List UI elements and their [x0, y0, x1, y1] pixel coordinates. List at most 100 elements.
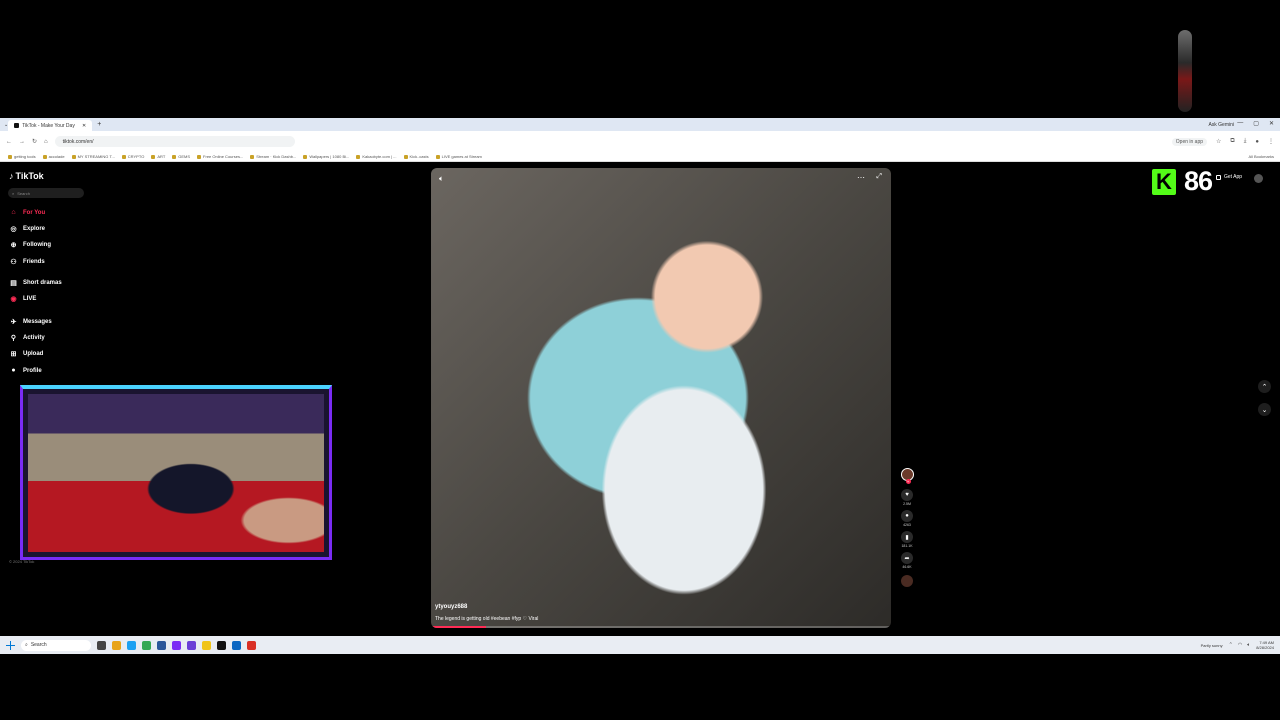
bookmark-item[interactable]: getting tools — [8, 154, 36, 159]
expand-icon[interactable]: ⤢ — [876, 173, 882, 181]
menu-icon[interactable]: ⋮ — [1268, 138, 1274, 145]
windows-start-icon[interactable] — [6, 640, 15, 650]
video-player[interactable]: 🔈︎ ⋯ ⤢ ytyouyz688 The legend is getting … — [431, 168, 891, 628]
logo-text: TikTok — [15, 171, 44, 181]
ask-gemini-button[interactable]: Ask Gemini — [1208, 122, 1234, 128]
weather-widget[interactable]: Partly sunny — [1201, 643, 1223, 648]
share-icon[interactable]: ➦ — [901, 552, 913, 564]
tab-bar: ⌄ TikTok - Make Your Day ✕ + Ask Gemini … — [0, 118, 1280, 131]
home-icon[interactable]: ⌂ — [44, 139, 48, 145]
decorative-prop — [1178, 30, 1192, 112]
comment-icon[interactable]: ● — [901, 510, 913, 522]
compass-icon: ◎ — [10, 225, 17, 233]
tiktok-note-icon: ♪ — [9, 171, 14, 181]
bookmark-item[interactable]: CRYPTO — [121, 154, 144, 159]
profile-icon[interactable]: ● — [1255, 139, 1259, 145]
live-icon: ◉ — [10, 295, 17, 303]
extensions-icon[interactable]: ⧉ — [1230, 138, 1234, 145]
close-tab-icon[interactable]: ✕ — [82, 123, 86, 129]
downloads-icon[interactable]: ⤓ — [1244, 138, 1247, 145]
search-icon: ⌕ — [25, 642, 28, 648]
back-icon[interactable]: ← — [6, 139, 12, 145]
sidebar-item-explore[interactable]: ◎ Explore — [9, 224, 45, 233]
linkedin-icon[interactable] — [232, 640, 241, 650]
maximize-icon[interactable]: ▢ — [1253, 120, 1259, 127]
sidebar-item-short-dramas[interactable]: ▤ Short dramas — [9, 278, 62, 287]
folder-icon[interactable] — [202, 640, 211, 650]
bookmark-icon[interactable]: ▮ — [901, 531, 913, 543]
address-bar[interactable]: tiktok.com/en/ — [54, 136, 295, 147]
activity-icon: ⚲ — [10, 334, 17, 342]
navigation-bar: ← → ↻ ⌂ tiktok.com/en/ Open in app ☆ ⧉ ⤓… — [0, 131, 1280, 152]
window-controls: — ▢ ✕ — [1237, 120, 1274, 127]
creator-avatar[interactable]: + — [900, 468, 914, 484]
chevron-up-icon[interactable]: ⌃ — [1229, 642, 1233, 648]
new-tab-button[interactable]: + — [97, 121, 101, 128]
bookmark-item[interactable]: ART — [151, 154, 165, 159]
bookmark-item[interactable]: MY STREAMING T... — [71, 154, 115, 159]
file-explorer-icon[interactable] — [112, 640, 121, 650]
messages-icon: ✈ — [10, 318, 17, 326]
bookmark-item[interactable]: Wallpapers | 1080 Bi... — [303, 154, 349, 159]
speaker-icon[interactable]: 🔈︎ — [1247, 642, 1250, 648]
open-in-app-button[interactable]: Open in app — [1171, 137, 1208, 146]
save-action[interactable]: ▮ 181.1K — [899, 531, 915, 548]
x-icon[interactable] — [217, 640, 226, 650]
forward-icon[interactable]: → — [19, 139, 25, 145]
get-app-button[interactable]: Get App — [1216, 174, 1242, 180]
taskbar-search[interactable]: ⌕ Search — [21, 639, 91, 651]
webcam-overlay — [20, 385, 332, 560]
sidebar-item-label: Messages — [23, 318, 52, 325]
share-count: 46.6K — [902, 565, 912, 569]
volume-icon[interactable]: 🔈︎ — [439, 174, 444, 184]
brave-icon[interactable] — [247, 640, 256, 650]
share-action[interactable]: ➦ 46.6K — [899, 552, 915, 569]
minimize-icon[interactable]: — — [1237, 120, 1243, 127]
scroll-down-button[interactable]: ⌄ — [1258, 403, 1271, 416]
bookmark-item[interactable]: LIVE games at Stream — [435, 154, 482, 159]
follow-plus-icon[interactable]: + — [905, 479, 911, 484]
comment-action[interactable]: ● 4263 — [899, 510, 915, 527]
video-caption: The legend is getting old #eebean #fyp ♡… — [435, 616, 539, 622]
tiktok-logo[interactable]: ♪ TikTok — [9, 171, 44, 181]
sidebar-item-activity[interactable]: ⚲ Activity — [9, 333, 45, 342]
bookmark-item[interactable]: GEMS — [172, 154, 190, 159]
nav-right-tools: Open in app ☆ ⧉ ⤓ ● ⋮ — [1171, 137, 1274, 146]
bookmark-item[interactable]: Stream · Kick Dashb... — [250, 154, 296, 159]
sidebar-item-following[interactable]: ⊕ Following — [9, 240, 51, 249]
sidebar-item-for-you[interactable]: ⌂ For You — [9, 208, 45, 217]
video-author[interactable]: ytyouyz688 — [435, 604, 467, 610]
wifi-icon[interactable]: ◠ — [1238, 642, 1242, 648]
bookmark-item[interactable]: accolade — [42, 154, 65, 159]
heart-icon[interactable]: ♥ — [901, 489, 913, 501]
sidebar-item-live[interactable]: ◉ LIVE — [9, 294, 36, 303]
music-disc-icon[interactable] — [901, 575, 913, 587]
edge-icon[interactable] — [127, 640, 136, 650]
reload-icon[interactable]: ↻ — [32, 138, 37, 145]
all-bookmarks-button[interactable]: All Bookmarks — [1248, 154, 1274, 159]
chrome-icon[interactable] — [142, 640, 151, 650]
browser-tab-tiktok[interactable]: TikTok - Make Your Day ✕ — [8, 120, 93, 131]
bookmark-item[interactable]: Free Online Courses... — [197, 154, 243, 159]
clock[interactable]: 7:49 AM 8/28/2024 — [1256, 640, 1274, 650]
video-progress-bar[interactable] — [431, 626, 891, 628]
scroll-up-button[interactable]: ⌃ — [1258, 380, 1271, 393]
more-options-icon[interactable]: ⋯ — [857, 173, 865, 182]
search-input[interactable]: ⌕ Search — [8, 188, 84, 198]
sidebar-item-profile[interactable]: ● Profile — [9, 366, 41, 375]
bookmark-item[interactable]: Kakaobyte.com | ... — [356, 154, 397, 159]
discord-icon[interactable] — [187, 640, 196, 650]
bookmark-item[interactable]: Kick..casts — [403, 154, 429, 159]
like-action[interactable]: ♥ 2.5M — [899, 489, 915, 506]
bookmark-star-icon[interactable]: ☆ — [1216, 138, 1221, 145]
sidebar-item-friends[interactable]: ⚇ Friends — [9, 257, 44, 266]
user-avatar[interactable] — [1254, 174, 1263, 183]
taskbar-search-label: Search — [30, 642, 47, 648]
word-icon[interactable] — [157, 640, 166, 650]
comment-count: 4263 — [903, 523, 911, 527]
obs-icon[interactable] — [172, 640, 181, 650]
sidebar-item-messages[interactable]: ✈ Messages — [9, 317, 52, 326]
close-window-icon[interactable]: ✕ — [1269, 120, 1274, 127]
task-view-icon[interactable] — [97, 640, 106, 650]
sidebar-item-upload[interactable]: ⊞ Upload — [9, 349, 44, 358]
